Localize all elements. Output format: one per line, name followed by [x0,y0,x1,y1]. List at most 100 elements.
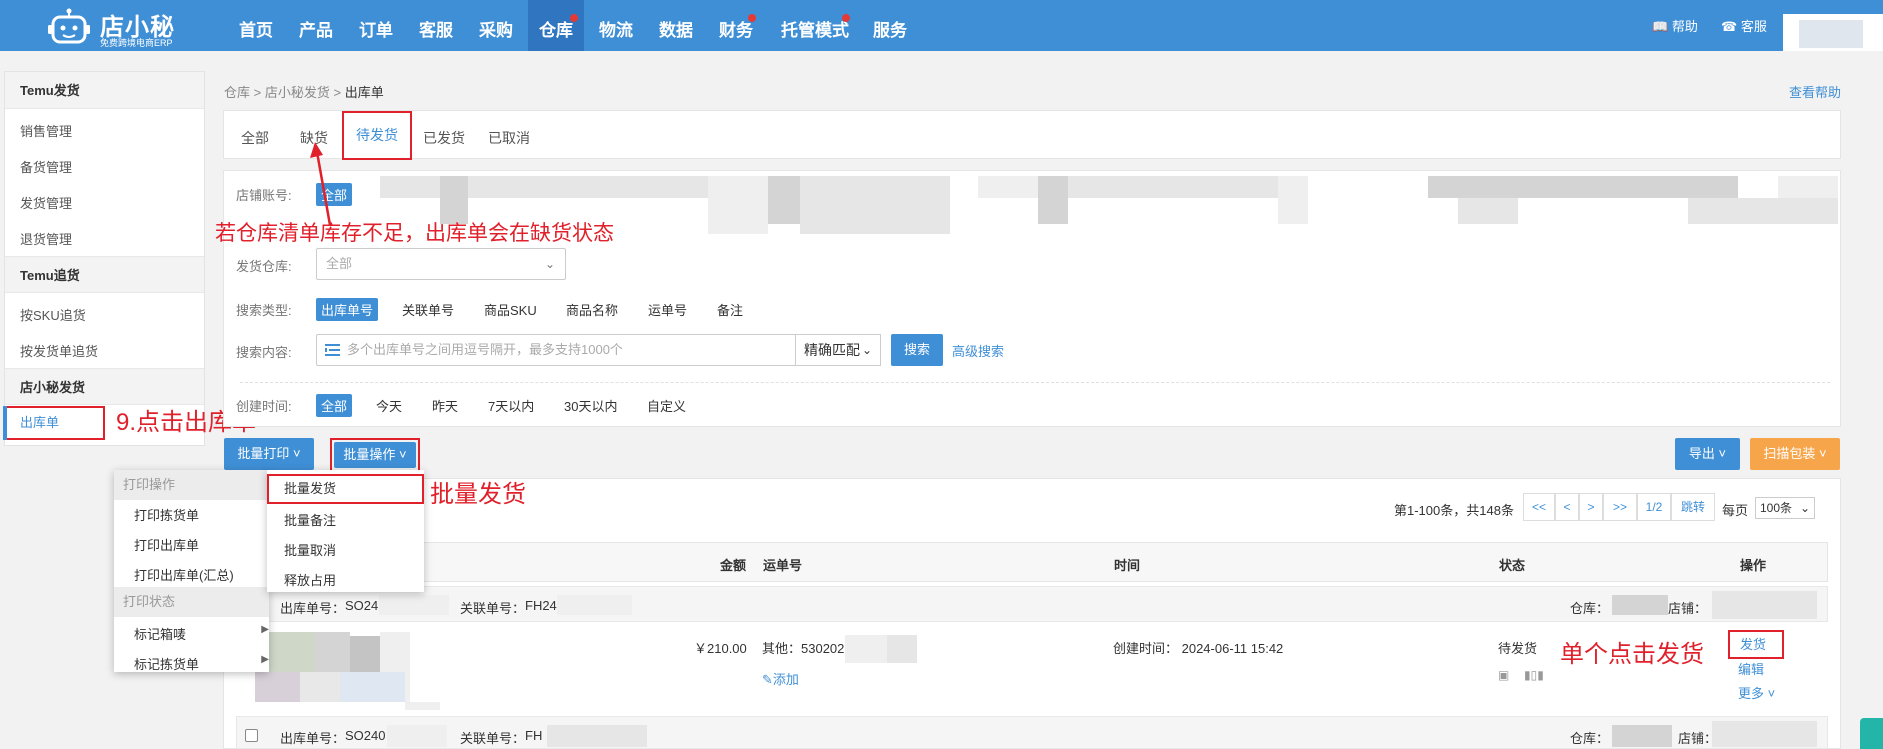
advanced-search-link[interactable]: 高级搜索 [952,341,1004,360]
batch-cancel-item[interactable]: 批量取消 [284,540,336,559]
page-next-button[interactable]: > [1579,493,1603,521]
service-top-link[interactable]: ☎ 客服 [1721,16,1767,35]
sidebar-item-stocking[interactable]: 备货管理 [20,157,72,176]
release-occupied-item[interactable]: 释放占用 [284,570,336,589]
search-type-product-name[interactable]: 商品名称 [566,300,618,319]
search-input[interactable]: 多个出库单号之间用逗号隔开，最多支持1000个 [316,334,796,366]
row-checkbox[interactable] [245,729,258,742]
breadcrumb-warehouse[interactable]: 仓库 [224,85,250,100]
warehouse-select-value: 全部 [326,256,353,271]
print-menu-section-status: 打印状态 [114,587,269,617]
edit-link[interactable]: 编辑 [1738,659,1764,678]
sidebar-item-sku-tracking[interactable]: 按SKU追货 [20,305,86,324]
more-link[interactable]: 更多 ˅ [1738,683,1775,702]
chevron-right-icon: ▶ [261,624,269,635]
mark-picking-list[interactable]: 标记拣货单 ▶ [134,654,269,673]
print-outbound-summary[interactable]: 打印出库单(汇总) [134,565,234,584]
view-help-link[interactable]: 查看帮助 [1789,82,1841,101]
book-icon: 📖 [1652,19,1669,34]
sidebar: Temu发货 销售管理 备货管理 发货管理 退货管理 Temu追货 按SKU追货… [4,71,205,446]
created-option-7days[interactable]: 7天以内 [488,396,534,415]
status-tabs: 全部 缺货 待发货 已发货 已取消 [223,110,1841,160]
mark-box-label[interactable]: 标记箱唛 ▶ [134,624,269,643]
created-option-custom[interactable]: 自定义 [647,396,686,415]
nav-logistics[interactable]: 物流 [588,0,644,51]
batch-operation-inner: 批量操作 ˅ [334,442,416,468]
chevron-right-icon: ▶ [261,654,269,665]
print-status-icon[interactable]: ▣ [1498,668,1509,682]
page-indicator[interactable]: 1/2 [1637,493,1671,521]
search-type-tracking-no[interactable]: 运单号 [648,300,687,319]
nav-managed-mode[interactable]: 托管模式 [772,0,858,51]
brand-tagline: 免费跨境电商ERP [100,38,173,48]
search-type-outbound-no[interactable]: 出库单号 [316,298,379,321]
page-first-button[interactable]: << [1523,493,1555,521]
product-image[interactable] [300,672,340,702]
batch-operation-button[interactable]: 批量操作 ˅ [330,438,420,472]
page-last-button[interactable]: >> [1603,493,1637,521]
sidebar-item-sales[interactable]: 销售管理 [20,121,72,140]
chevron-down-icon: ⌄ [861,343,872,357]
help-top-link[interactable]: 📖 帮助 [1652,16,1698,35]
created-option-all[interactable]: 全部 [316,394,353,417]
search-type-sku[interactable]: 商品SKU [484,300,537,319]
nav-data[interactable]: 数据 [648,0,704,51]
related-no[interactable]: FH24 [525,598,557,613]
match-mode-select[interactable]: 精确匹配 ⌄ [795,334,881,366]
product-image[interactable] [265,632,315,672]
product-image[interactable] [315,632,350,672]
tab-all[interactable]: 全部 [241,128,269,148]
brand-logo[interactable]: 店小秘 免费跨境电商ERP [46,4,196,48]
breadcrumb-dxm-shipping[interactable]: 店小秘发货 [265,85,330,100]
print-picking-list[interactable]: 打印拣货单 [134,505,199,524]
barcode-icon[interactable]: ▮▯▮ [1524,668,1544,682]
sidebar-item-returns[interactable]: 退货管理 [20,229,72,248]
sidebar-item-outbound[interactable]: 出库单 [3,406,105,440]
print-outbound-order[interactable]: 打印出库单 [134,535,199,554]
chevron-down-icon: ˅ [1819,446,1827,461]
nav-service[interactable]: 服务 [862,0,918,51]
export-button[interactable]: 导出 ˅ [1675,438,1740,470]
side-float-tab[interactable] [1860,718,1883,749]
page-jump-button[interactable]: 跳转 [1671,493,1715,521]
nav-customer-service[interactable]: 客服 [408,0,464,51]
nav-orders[interactable]: 订单 [348,0,404,51]
order-no[interactable]: SO240 [345,728,385,743]
add-tracking-link[interactable]: ✎添加 [762,669,799,688]
per-page-select[interactable]: 100条 ⌄ [1755,497,1815,519]
list-filter-icon [325,344,340,356]
product-image[interactable] [255,672,300,702]
search-button[interactable]: 搜索 [891,334,943,366]
page-prev-button[interactable]: < [1555,493,1579,521]
created-option-today[interactable]: 今天 [376,396,402,415]
nav-products[interactable]: 产品 [288,0,344,51]
sidebar-item-shipping[interactable]: 发货管理 [20,193,72,212]
related-no[interactable]: FH [525,728,542,743]
ship-button[interactable]: 发货 [1728,630,1784,659]
chevron-down-icon: ˅ [293,446,301,461]
product-image[interactable] [340,672,405,702]
created-option-yesterday[interactable]: 昨天 [432,396,458,415]
order-no-masked [379,595,449,615]
header-time: 时间 [1114,558,1141,573]
batch-ship-item[interactable]: 批量发货 [267,474,424,504]
search-type-related-no[interactable]: 关联单号 [402,300,454,319]
user-avatar[interactable] [1783,14,1883,51]
nav-warehouse[interactable]: 仓库 [528,0,584,51]
search-type-remark[interactable]: 备注 [717,300,743,319]
sidebar-item-shipment-tracking[interactable]: 按发货单追货 [20,341,98,360]
batch-print-button[interactable]: 批量打印 ˅ [224,438,314,470]
scan-pack-button[interactable]: 扫描包装 ˅ [1750,438,1840,470]
nav-purchase[interactable]: 采购 [468,0,524,51]
tab-cancelled[interactable]: 已取消 [488,128,530,148]
tab-shipped[interactable]: 已发货 [423,128,465,148]
warehouse-select[interactable]: 全部 ⌄ [316,248,566,280]
nav-finance[interactable]: 财务 [708,0,764,51]
order-no[interactable]: SO24 [345,598,378,613]
product-image [405,702,440,710]
product-image[interactable] [350,636,380,672]
batch-remark-item[interactable]: 批量备注 [284,510,336,529]
tab-pending-shipment[interactable]: 待发货 [342,111,412,160]
created-option-30days[interactable]: 30天以内 [564,396,617,415]
nav-home[interactable]: 首页 [228,0,284,51]
